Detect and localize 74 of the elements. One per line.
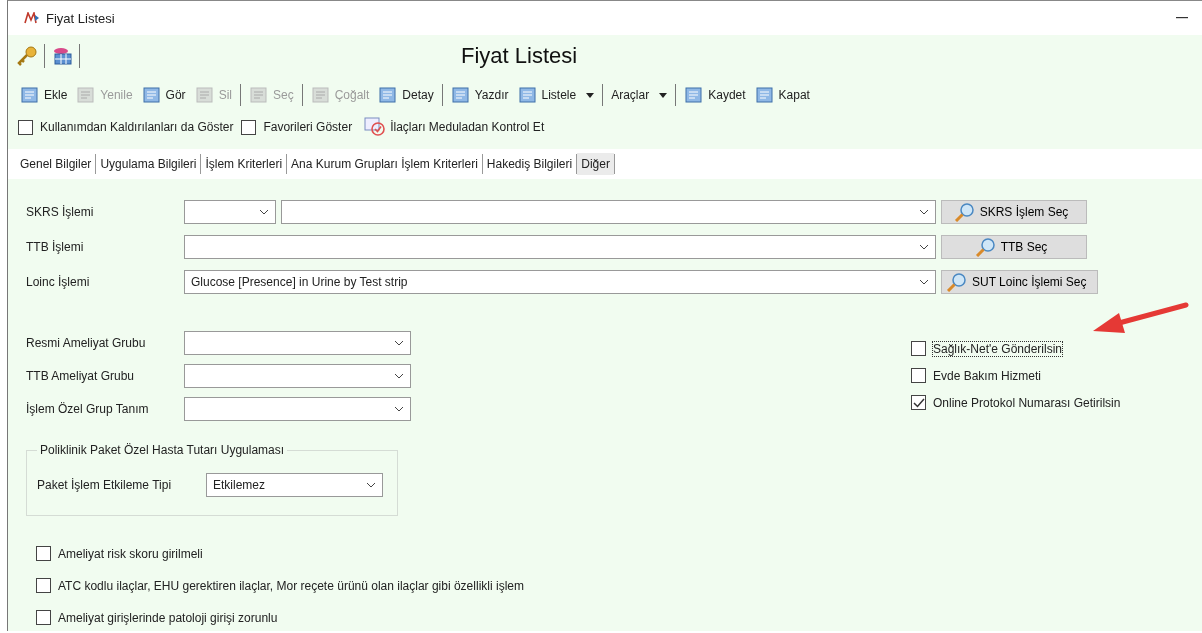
check-badge-icon bbox=[364, 117, 387, 137]
caret-icon bbox=[586, 92, 595, 98]
field-label: Resmi Ameliyat Grubu bbox=[26, 336, 147, 350]
document-icon bbox=[76, 86, 97, 104]
tab[interactable]: İşlem Kriterleri bbox=[201, 153, 287, 175]
document-icon bbox=[141, 86, 162, 104]
tab[interactable]: Diğer bbox=[577, 153, 614, 175]
document-icon bbox=[517, 86, 538, 104]
magnifier-icon bbox=[953, 202, 976, 222]
database-icon[interactable] bbox=[51, 45, 73, 67]
document-icon bbox=[248, 86, 269, 104]
group-dropdown[interactable] bbox=[184, 397, 411, 421]
option-checkbox[interactable]: Evde Bakım Hizmeti bbox=[911, 368, 1121, 383]
lookup-dropdown[interactable]: Glucose [Presence] in Urine by Test strip bbox=[184, 270, 936, 294]
select-button[interactable]: TTB Seç bbox=[941, 235, 1087, 259]
chevron-down-icon bbox=[366, 482, 376, 488]
toolbar-button[interactable]: Gör bbox=[137, 86, 190, 104]
group-dropdown[interactable] bbox=[184, 364, 411, 388]
field-label: TTB Ameliyat Grubu bbox=[26, 369, 136, 383]
document-icon bbox=[20, 86, 40, 104]
chevron-down-icon bbox=[394, 340, 404, 346]
tab[interactable]: Hakediş Bilgileri bbox=[482, 153, 577, 175]
toolbar-button[interactable]: Kaydet bbox=[680, 86, 750, 104]
filter-checkbox[interactable]: Favorileri Göster bbox=[241, 119, 353, 135]
document-icon bbox=[194, 86, 215, 104]
flag-checkbox[interactable]: Ameliyat girişlerinde patoloji girişi zorunlu bbox=[36, 610, 1202, 625]
field-label: SKRS İşlemi bbox=[26, 205, 95, 219]
magnifier-icon bbox=[974, 237, 997, 257]
chevron-down-icon bbox=[394, 373, 404, 379]
field-label: İşlem Özel Grup Tanım bbox=[26, 402, 150, 416]
field-label: Loinc İşlemi bbox=[26, 275, 91, 289]
toolbar-button[interactable]: Ekle bbox=[16, 86, 72, 104]
magnifier-icon bbox=[946, 272, 968, 292]
toolbar-button[interactable]: Detay bbox=[374, 86, 438, 104]
lookup-dropdown[interactable] bbox=[184, 235, 936, 259]
medula-check-button[interactable]: İlaçları Meduladan Kontrol Et bbox=[360, 117, 549, 137]
field-label: TTB İşlemi bbox=[26, 240, 85, 254]
chevron-down-icon bbox=[919, 244, 929, 250]
chevron-down-icon bbox=[919, 279, 929, 285]
app-logo-icon bbox=[24, 12, 40, 24]
checkmark-icon bbox=[912, 397, 925, 408]
field-label: Paket İşlem Etkileme Tipi bbox=[37, 478, 173, 492]
select-button[interactable]: SUT Loinc İşlemi Seç bbox=[941, 270, 1098, 294]
filter-checkbox[interactable]: Kullanımdan Kaldırılanları da Göster bbox=[18, 119, 234, 135]
page-title: Fiyat Listesi bbox=[461, 43, 578, 69]
document-icon bbox=[378, 86, 399, 104]
chevron-down-icon bbox=[919, 209, 929, 215]
tab[interactable]: Uygulama Bilgileri bbox=[96, 153, 201, 175]
toolbar-button[interactable]: Yazdır bbox=[446, 86, 513, 104]
chevron-down-icon bbox=[394, 406, 404, 412]
chevron-down-icon bbox=[259, 209, 269, 215]
select-button[interactable]: SKRS İşlem Seç bbox=[941, 200, 1087, 224]
toolbar-button[interactable]: Kapat bbox=[750, 86, 814, 104]
window-title: Fiyat Listesi bbox=[46, 10, 115, 26]
tab[interactable]: Ana Kurum Grupları İşlem Kriterleri bbox=[287, 153, 482, 175]
caret-icon bbox=[659, 92, 668, 98]
tab[interactable]: Genel Bilgiler bbox=[16, 153, 96, 175]
flag-checkbox[interactable]: ATC kodlu ilaçlar, EHU gerektiren ilaçlar, Mor reçete ürünü olan ilaçlar gibi özellikli işlem bbox=[36, 578, 1202, 593]
option-checkbox[interactable]: Sağlık-Net'e Gönderilsin bbox=[911, 341, 1121, 356]
flag-checkbox[interactable]: Ameliyat risk skoru girilmeli bbox=[36, 546, 1202, 561]
key-icon[interactable] bbox=[16, 45, 38, 67]
toolbar-button[interactable]: Listele bbox=[513, 86, 599, 104]
effect-type-dropdown[interactable]: Etkilemez bbox=[206, 473, 383, 497]
minimize-icon[interactable] bbox=[1176, 17, 1188, 19]
document-icon bbox=[450, 86, 471, 104]
option-checkbox[interactable]: Online Protokol Numarası Getirilsin bbox=[911, 395, 1121, 410]
document-icon bbox=[754, 86, 775, 104]
document-icon bbox=[310, 86, 331, 104]
lookup-dropdown[interactable] bbox=[281, 200, 936, 224]
code-dropdown[interactable] bbox=[184, 200, 276, 224]
toolbar-button[interactable]: Araçlar bbox=[607, 88, 672, 102]
document-icon bbox=[684, 86, 705, 104]
group-dropdown[interactable] bbox=[184, 331, 411, 355]
group-box-title: Poliklinik Paket Özel Hasta Tutarı Uygulaması bbox=[37, 443, 288, 457]
